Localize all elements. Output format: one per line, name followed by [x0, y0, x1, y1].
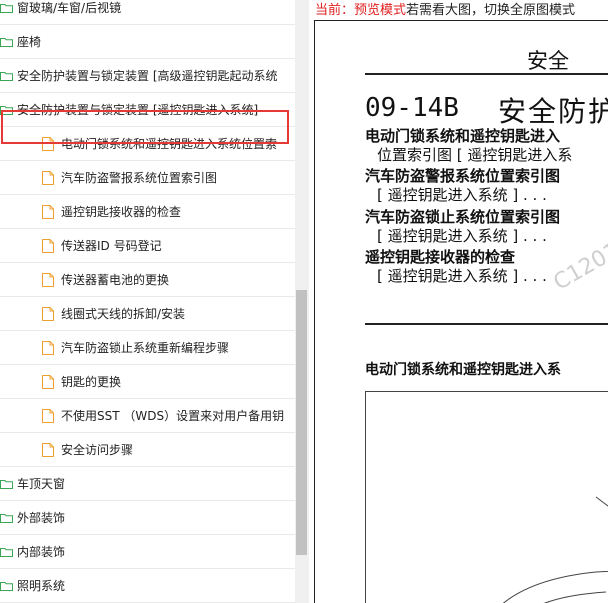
tree-item-label: 传送器ID 号码登记	[61, 239, 162, 253]
diagram-title: 电动门锁系统和遥控钥匙进入系	[365, 362, 561, 378]
notice-rest: 若需看大图，切换全原图模式	[406, 3, 576, 18]
tree-item-label: 遥控钥匙接收器的检查	[61, 205, 182, 219]
navigation-tree: 窗玻璃/车窗/后视镜 座椅安全防护装置与锁定装置 [高级遥控钥匙起动系统 安全防护装…	[0, 0, 295, 603]
diagram-frame	[365, 391, 608, 603]
document-icon	[42, 136, 54, 151]
document-icon	[42, 340, 54, 355]
tree-item-label: 汽车防盗警报系统位置索引图	[61, 171, 218, 185]
tree-folder-item[interactable]: 内部装饰	[0, 535, 295, 569]
toc-subline[interactable]: [ 遥控钥匙进入系统 ] . . .	[377, 225, 547, 246]
tree-document-item[interactable]: 线圈式天线的拆卸/安装	[0, 297, 295, 331]
tree-folder-item[interactable]: 外部装饰	[0, 501, 295, 535]
document-icon	[42, 306, 54, 321]
tree-document-item[interactable]: 安全访问步骤	[0, 433, 295, 467]
toc-subline[interactable]: [ 遥控钥匙进入系统 ] . . .	[377, 265, 547, 286]
tree-item-label: 车顶天窗	[17, 477, 66, 491]
document-icon	[42, 272, 54, 287]
toc-entry[interactable]: 遥控钥匙接收器的检查	[365, 246, 515, 267]
tree-folder-item[interactable]: 安全防护装置与锁定装置 [遥控钥匙进入系统]	[0, 93, 295, 127]
toc-subline[interactable]: [ 遥控钥匙进入系统 ] . . .	[377, 184, 547, 205]
toc-subline[interactable]: 位置索引图 [ 遥控钥匙进入系	[377, 144, 572, 165]
folder-icon	[0, 479, 13, 489]
toc-rule	[365, 323, 608, 325]
tree-item-label: 安全访问步骤	[61, 443, 134, 457]
tree-item-label: 安全防护装置与锁定装置 [遥控钥匙进入系统]	[17, 103, 259, 117]
tree-item-label: 传送器蓄电池的更换	[61, 273, 170, 287]
page-header-text: 安全	[527, 49, 569, 73]
document-icon	[42, 442, 54, 457]
tree-document-item[interactable]: 传送器ID 号码登记	[0, 229, 295, 263]
tree-document-item[interactable]: 传送器蓄电池的更换	[0, 263, 295, 297]
tree-item-label: 安全防护装置与锁定装置 [高级遥控钥匙起动系统	[17, 69, 278, 83]
document-icon	[42, 170, 54, 185]
tree-item-label: 线圈式天线的拆卸/安装	[61, 307, 186, 321]
watermark-text: C12016	[549, 231, 608, 296]
tree-document-item[interactable]: 汽车防盗锁止系统重新编程步骤	[0, 331, 295, 365]
tree-folder-item[interactable]: 安全防护装置与锁定装置 [高级遥控钥匙起动系统	[0, 59, 295, 93]
tree-item-label: 电动门锁系统和遥控钥匙进入系统位置索	[61, 137, 278, 151]
document-page: 安全 09-14B 安全防护 电动门锁系统和遥控钥匙进入 位置索引图 [ 遥控钥匙…	[314, 20, 608, 603]
tree-item-label: 外部装饰	[17, 511, 66, 525]
toc-entry[interactable]: 电动门锁系统和遥控钥匙进入	[365, 125, 560, 146]
notice-prefix: 当前：	[315, 3, 355, 18]
tree-item-label: 窗玻璃/车窗/后视镜	[17, 1, 122, 15]
tree-item-label: 照明系统	[17, 579, 66, 593]
section-title: 安全防护	[498, 95, 608, 128]
tree-item-label: 汽车防盗锁止系统重新编程步骤	[61, 341, 230, 355]
folder-icon	[0, 71, 13, 81]
tree-document-item[interactable]: 不使用SST （WDS）设置来对用户备用钥	[0, 399, 295, 433]
toc-entry[interactable]: 汽车防盗警报系统位置索引图	[365, 165, 560, 186]
tree-item-label: 内部装饰	[17, 545, 66, 559]
preview-notice: 当前：预览模式若需看大图，切换全原图模式	[315, 0, 575, 18]
tree-item-label: 座椅	[17, 35, 42, 49]
notice-mode[interactable]: 预览模式	[354, 3, 406, 18]
scrollbar-thumb[interactable]	[296, 290, 307, 555]
folder-icon	[0, 3, 13, 13]
tree-item-label: 不使用SST （WDS）设置来对用户备用钥	[61, 409, 285, 423]
tree-folder-item[interactable]: 窗玻璃/车窗/后视镜	[0, 0, 295, 25]
tree-document-item[interactable]: 遥控钥匙接收器的检查	[0, 195, 295, 229]
document-icon	[42, 204, 54, 219]
tree-document-item[interactable]: 电动门锁系统和遥控钥匙进入系统位置索	[0, 127, 295, 161]
toc-entry[interactable]: 汽车防盗锁止系统位置索引图	[365, 206, 560, 227]
folder-icon	[0, 37, 13, 47]
document-preview: 当前：预览模式若需看大图，切换全原图模式 安全 09-14B 安全防护 电动门锁…	[310, 0, 608, 603]
document-icon	[42, 238, 54, 253]
folder-icon	[0, 513, 13, 523]
tree-item-label: 钥匙的更换	[61, 375, 122, 389]
tree-document-item[interactable]: 汽车防盗警报系统位置索引图	[0, 161, 295, 195]
document-icon	[42, 374, 54, 389]
folder-icon	[0, 547, 13, 557]
document-icon	[42, 408, 54, 423]
folder-icon	[0, 105, 13, 115]
tree-folder-item[interactable]: 车顶天窗	[0, 467, 295, 501]
section-number: 09-14B	[365, 93, 459, 123]
header-rule	[365, 73, 608, 75]
tree-document-item[interactable]: 钥匙的更换	[0, 365, 295, 399]
tree-scrollbar[interactable]	[295, 0, 309, 603]
folder-icon	[0, 581, 13, 591]
tree-folder-item[interactable]: 照明系统	[0, 569, 295, 603]
car-outline-drawing	[502, 496, 608, 603]
tree-folder-item[interactable]: 座椅	[0, 25, 295, 59]
